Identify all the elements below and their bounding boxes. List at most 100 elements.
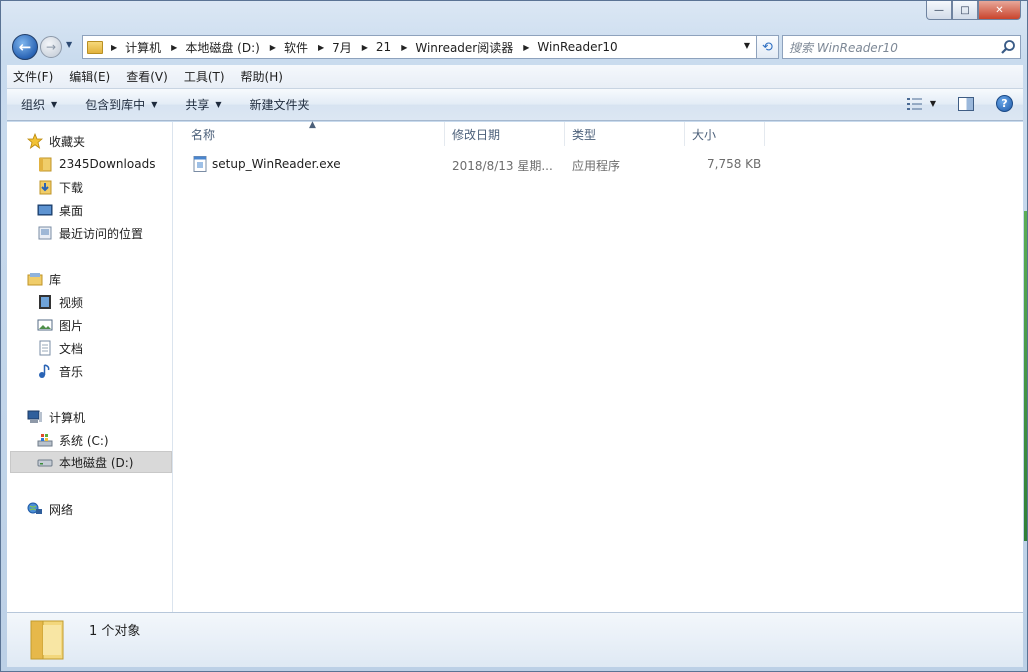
menu-view[interactable]: 查看(V): [126, 68, 168, 85]
chevron-right-icon[interactable]: ▶: [111, 43, 117, 52]
breadcrumb-software[interactable]: 软件: [284, 39, 308, 56]
folder-icon: [39, 157, 52, 172]
chevron-right-icon[interactable]: ▶: [362, 43, 368, 52]
file-modified: 2018/8/13 星期...: [452, 159, 553, 173]
details-pane: 1 个对象: [7, 612, 1023, 667]
view-options-icon[interactable]: [906, 97, 924, 111]
address-bar[interactable]: ▶ 计算机 ▶ 本地磁盘 (D:) ▶ 软件 ▶ 7月 ▶ 21 ▶ Winre…: [82, 35, 757, 59]
column-header-modified[interactable]: 修改日期: [445, 122, 565, 146]
chevron-right-icon[interactable]: ▶: [401, 43, 407, 52]
breadcrumb-july[interactable]: 7月: [332, 39, 352, 56]
sidebar-item-drive-c[interactable]: 系统 (C:): [37, 429, 109, 451]
column-headers: 名称 ▲ 修改日期 类型 大小: [173, 120, 1023, 146]
new-folder-button[interactable]: 新建文件夹: [250, 96, 310, 113]
include-library-label: 包含到库中: [85, 98, 146, 112]
chevron-right-icon[interactable]: ▶: [270, 43, 276, 52]
sidebar-item-label: 本地磁盘 (D:): [59, 455, 134, 470]
arrow-left-icon: ←: [18, 38, 32, 56]
file-list-pane: 名称 ▲ 修改日期 类型 大小 setup_WinReader.exe 2018…: [173, 120, 1023, 612]
sidebar-item-label: 收藏夹: [49, 134, 86, 149]
menu-edit[interactable]: 编辑(E): [69, 68, 110, 85]
refresh-icon: ⟲: [762, 39, 773, 55]
downloads-folder-icon: [39, 180, 52, 195]
sidebar-item-label: 最近访问的位置: [59, 226, 144, 241]
chevron-right-icon[interactable]: ▶: [523, 43, 529, 52]
sidebar-item-music[interactable]: 音乐: [37, 360, 83, 382]
file-size: 7,758 KB: [707, 157, 762, 171]
sidebar-item-pictures[interactable]: 图片: [37, 314, 83, 336]
forward-button[interactable]: →: [40, 36, 62, 58]
column-header-type[interactable]: 类型: [565, 122, 685, 146]
sidebar-item-label: 桌面: [59, 203, 84, 218]
sidebar-item-desktop[interactable]: 桌面: [37, 199, 83, 221]
include-in-library-button[interactable]: 包含到库中 ▼: [85, 96, 157, 113]
chevron-down-icon: ▼: [151, 100, 158, 109]
close-button[interactable]: ✕: [978, 1, 1021, 20]
sidebar-item-drive-d[interactable]: 本地磁盘 (D:): [10, 451, 172, 473]
view-options-dropdown-icon[interactable]: ▼: [930, 99, 936, 108]
back-button[interactable]: ←: [12, 34, 38, 60]
menu-help[interactable]: 帮助(H): [241, 68, 283, 85]
navigation-row: ← → ▼ ▶ 计算机 ▶ 本地磁盘 (D:) ▶ 软件 ▶ 7月 ▶ 21 ▶…: [9, 33, 1021, 61]
column-header-label: 修改日期: [452, 127, 501, 142]
sidebar-item-documents[interactable]: 文档: [37, 337, 83, 359]
column-header-size[interactable]: 大小: [685, 122, 765, 146]
computer-icon: [27, 410, 42, 423]
sidebar-item-label: 视频: [59, 295, 84, 310]
refresh-button[interactable]: ⟲: [757, 35, 779, 59]
sidebar-item-label: 文档: [59, 341, 84, 356]
column-header-label: 名称: [191, 127, 216, 142]
recent-pages-dropdown[interactable]: ▼: [66, 40, 72, 49]
breadcrumb-winreader[interactable]: Winreader阅读器: [415, 39, 513, 56]
sidebar-item-network[interactable]: 网络: [27, 498, 73, 520]
file-name: setup_WinReader.exe: [212, 157, 341, 171]
sidebar-item-label: 图片: [59, 318, 84, 333]
column-header-label: 大小: [692, 127, 717, 142]
minimize-button[interactable]: —: [926, 1, 952, 20]
menu-bar: 文件(F) 编辑(E) 查看(V) 工具(T) 帮助(H): [7, 65, 1023, 89]
command-bar: 组织 ▼ 包含到库中 ▼ 共享 ▼ 新建文件夹 ▼ ?: [7, 89, 1023, 121]
chevron-right-icon[interactable]: ▶: [171, 43, 177, 52]
sidebar-item-label: 2345Downloads: [59, 157, 156, 171]
search-placeholder: 搜索 WinReader10: [789, 40, 898, 55]
chevron-right-icon[interactable]: ▶: [318, 43, 324, 52]
sort-ascending-icon: ▲: [309, 120, 316, 130]
sidebar-item-downloads[interactable]: 下载: [37, 176, 83, 198]
sidebar-item-videos[interactable]: 视频: [37, 291, 83, 313]
organize-button[interactable]: 组织 ▼: [21, 96, 57, 113]
menu-file[interactable]: 文件(F): [13, 68, 53, 85]
network-icon: [27, 502, 42, 514]
preview-pane-icon[interactable]: [958, 96, 974, 111]
window-edge-accent: [1024, 211, 1027, 541]
star-icon: [27, 133, 43, 149]
help-icon[interactable]: ?: [996, 95, 1013, 112]
navigation-pane: 收藏夹 2345Downloads 下载 桌面 最近访问的位置 库 视频 图片 …: [7, 122, 173, 612]
maximize-button[interactable]: □: [952, 1, 978, 20]
content-area: 收藏夹 2345Downloads 下载 桌面 最近访问的位置 库 视频 图片 …: [7, 120, 1023, 612]
chevron-down-icon: ▼: [51, 100, 58, 109]
share-button[interactable]: 共享 ▼: [185, 96, 221, 113]
new-folder-label: 新建文件夹: [249, 98, 310, 112]
sidebar-item-computer[interactable]: 计算机: [27, 406, 85, 428]
sidebar-item-libraries[interactable]: 库: [27, 268, 61, 290]
share-label: 共享: [185, 98, 210, 112]
table-row[interactable]: setup_WinReader.exe 2018/8/13 星期... 应用程序…: [189, 153, 1009, 175]
breadcrumb: ▶ 计算机 ▶ 本地磁盘 (D:) ▶ 软件 ▶ 7月 ▶ 21 ▶ Winre…: [111, 39, 628, 56]
sidebar-item-label: 音乐: [59, 364, 84, 379]
sidebar-item-2345downloads[interactable]: 2345Downloads: [37, 153, 155, 175]
breadcrumb-winreader10[interactable]: WinReader10: [537, 40, 617, 54]
address-history-dropdown[interactable]: ▼: [744, 41, 750, 50]
sidebar-item-favorites[interactable]: 收藏夹: [27, 130, 85, 152]
column-header-name[interactable]: 名称 ▲: [173, 120, 445, 146]
music-icon: [39, 364, 50, 378]
sidebar-item-recent-places[interactable]: 最近访问的位置: [37, 222, 143, 244]
search-icon[interactable]: [1000, 39, 1016, 55]
folder-icon: [87, 40, 103, 54]
sidebar-item-label: 系统 (C:): [59, 433, 109, 448]
breadcrumb-drive-d[interactable]: 本地磁盘 (D:): [185, 39, 259, 56]
menu-tools[interactable]: 工具(T): [184, 68, 225, 85]
hard-drive-icon: [37, 459, 53, 467]
breadcrumb-computer[interactable]: 计算机: [125, 39, 161, 56]
search-input[interactable]: 搜索 WinReader10: [782, 35, 1021, 59]
breadcrumb-21[interactable]: 21: [376, 40, 391, 54]
